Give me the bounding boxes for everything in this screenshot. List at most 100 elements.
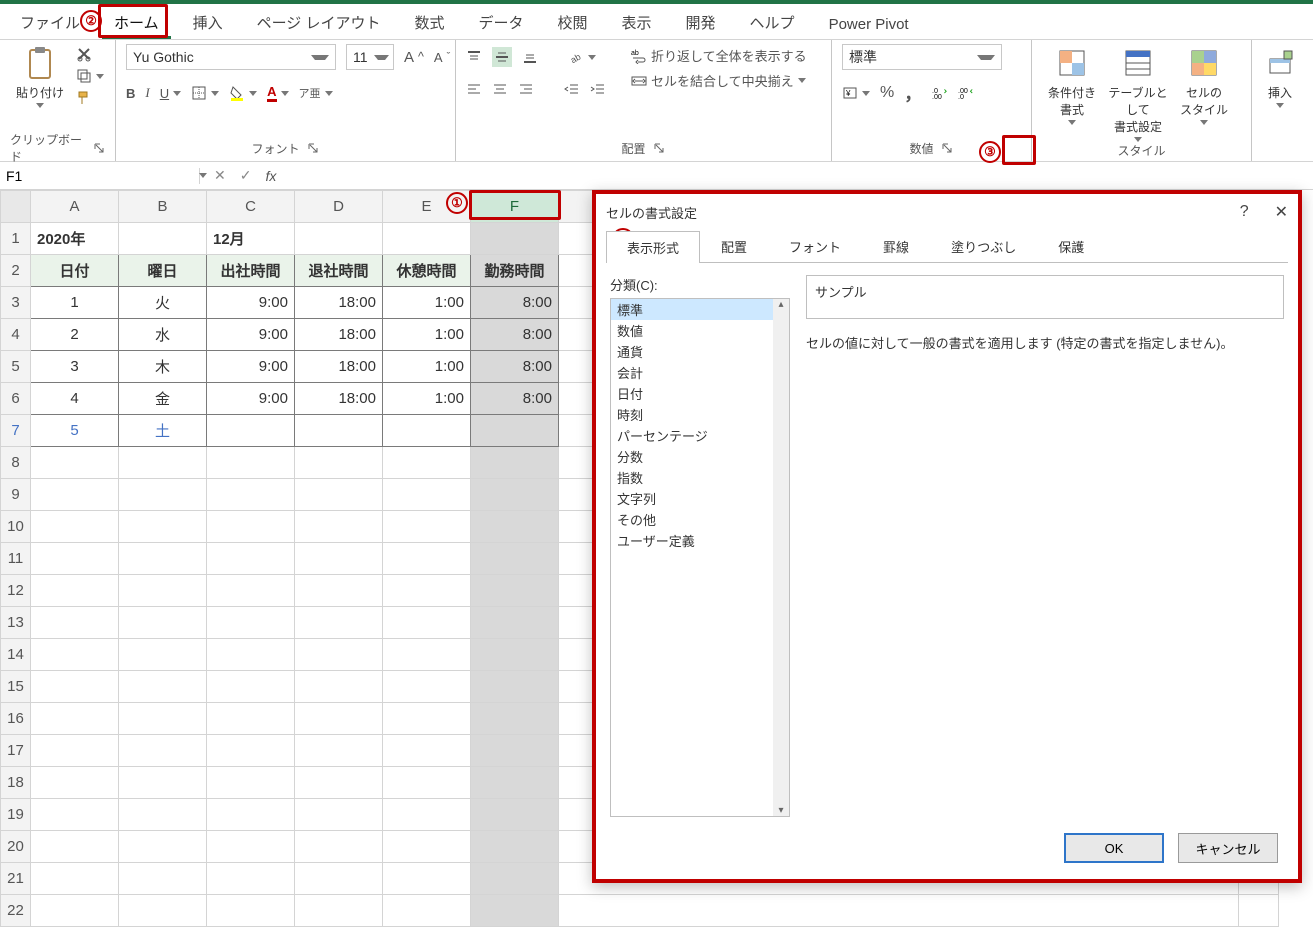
orientation-icon[interactable]: ab	[568, 49, 596, 65]
row-header-22[interactable]: 22	[1, 895, 31, 927]
column-header-A[interactable]: A	[31, 191, 119, 223]
row-header-3[interactable]: 3	[1, 287, 31, 319]
cell-A6[interactable]: 4	[31, 383, 119, 415]
decrease-font-icon[interactable]: Aˇ	[434, 50, 450, 65]
cell-B10[interactable]	[119, 511, 207, 543]
formula-input[interactable]	[290, 162, 1313, 189]
cell-D4[interactable]: 18:00	[295, 319, 383, 351]
row-header-15[interactable]: 15	[1, 671, 31, 703]
cell-B16[interactable]	[119, 703, 207, 735]
cell-E8[interactable]	[383, 447, 471, 479]
cell-D2[interactable]: 退社時間	[295, 255, 383, 287]
cell-D13[interactable]	[295, 607, 383, 639]
cell-C11[interactable]	[207, 543, 295, 575]
cell-F3[interactable]: 8:00	[471, 287, 559, 319]
align-center-icon[interactable]	[492, 81, 508, 97]
row-header-19[interactable]: 19	[1, 799, 31, 831]
column-header-E[interactable]: E	[383, 191, 471, 223]
increase-indent-icon[interactable]	[590, 81, 606, 97]
close-icon[interactable]: ✕	[1275, 202, 1288, 222]
cell-E11[interactable]	[383, 543, 471, 575]
cell-B12[interactable]	[119, 575, 207, 607]
number-format-select[interactable]: 標準	[842, 44, 1002, 70]
cell-A7[interactable]: 5	[31, 415, 119, 447]
row-header-1[interactable]: 1	[1, 223, 31, 255]
cell-O22[interactable]	[1239, 895, 1279, 927]
category-item[interactable]: 会計	[611, 362, 789, 383]
cell-C12[interactable]	[207, 575, 295, 607]
comma-icon[interactable]: ，	[904, 80, 922, 106]
cell-F22[interactable]	[471, 895, 559, 927]
cell-A18[interactable]	[31, 767, 119, 799]
cell-F16[interactable]	[471, 703, 559, 735]
cell-C3[interactable]: 9:00	[207, 287, 295, 319]
format-as-table-button[interactable]: テーブルとして 書式設定	[1108, 44, 1168, 142]
cell-B22[interactable]	[119, 895, 207, 927]
dialog-tab-4[interactable]: 塗りつぶし	[930, 230, 1037, 262]
cell-D7[interactable]	[295, 415, 383, 447]
column-header-F[interactable]: F	[471, 191, 559, 223]
cell-E18[interactable]	[383, 767, 471, 799]
column-header-D[interactable]: D	[295, 191, 383, 223]
cell-C19[interactable]	[207, 799, 295, 831]
cell-A21[interactable]	[31, 863, 119, 895]
row-header-18[interactable]: 18	[1, 767, 31, 799]
category-item[interactable]: 数値	[611, 320, 789, 341]
cell-E4[interactable]: 1:00	[383, 319, 471, 351]
cell-D8[interactable]	[295, 447, 383, 479]
cell-C18[interactable]	[207, 767, 295, 799]
align-right-icon[interactable]	[518, 81, 534, 97]
dialog-tab-1[interactable]: 配置	[700, 230, 768, 262]
paste-button[interactable]: 貼り付け	[10, 44, 70, 108]
cell-C21[interactable]	[207, 863, 295, 895]
category-item[interactable]: 指数	[611, 467, 789, 488]
increase-decimal-icon[interactable]: .0.00	[932, 85, 948, 101]
row-header-5[interactable]: 5	[1, 351, 31, 383]
cell-A17[interactable]	[31, 735, 119, 767]
insert-cells-button[interactable]: 挿入	[1262, 44, 1298, 108]
category-item[interactable]: 時刻	[611, 404, 789, 425]
cell-F20[interactable]	[471, 831, 559, 863]
cell-B20[interactable]	[119, 831, 207, 863]
cell-E17[interactable]	[383, 735, 471, 767]
tab-page-layout[interactable]: ページ レイアウト	[245, 6, 393, 39]
cell-C10[interactable]	[207, 511, 295, 543]
cell-E16[interactable]	[383, 703, 471, 735]
tab-formulas[interactable]: 数式	[402, 6, 456, 39]
category-listbox[interactable]: ▴▾ 標準数値通貨会計日付時刻パーセンテージ分数指数文字列その他ユーザー定義	[610, 298, 790, 817]
cancel-formula-icon[interactable]: ✕	[214, 167, 226, 184]
cell-F19[interactable]	[471, 799, 559, 831]
cell-C14[interactable]	[207, 639, 295, 671]
accounting-format-icon[interactable]: ¥	[842, 85, 870, 101]
cell-E19[interactable]	[383, 799, 471, 831]
cell-D12[interactable]	[295, 575, 383, 607]
align-top-icon[interactable]	[466, 49, 482, 65]
font-color-button[interactable]: A	[267, 84, 288, 102]
cell-E5[interactable]: 1:00	[383, 351, 471, 383]
cell-B4[interactable]: 水	[119, 319, 207, 351]
cell-E3[interactable]: 1:00	[383, 287, 471, 319]
cell-C13[interactable]	[207, 607, 295, 639]
cell-F9[interactable]	[471, 479, 559, 511]
dialog-tab-3[interactable]: 罫線	[862, 230, 930, 262]
bold-button[interactable]: B	[126, 86, 135, 101]
cell-A2[interactable]: 日付	[31, 255, 119, 287]
category-item[interactable]: その他	[611, 509, 789, 530]
row-header-14[interactable]: 14	[1, 639, 31, 671]
cell-F15[interactable]	[471, 671, 559, 703]
copy-icon[interactable]	[76, 68, 104, 84]
cell-F6[interactable]: 8:00	[471, 383, 559, 415]
enter-formula-icon[interactable]: ✓	[240, 167, 252, 184]
cell-A11[interactable]	[31, 543, 119, 575]
cell-D17[interactable]	[295, 735, 383, 767]
cell-E15[interactable]	[383, 671, 471, 703]
align-bottom-icon[interactable]	[522, 49, 538, 65]
cell-C5[interactable]: 9:00	[207, 351, 295, 383]
column-header-C[interactable]: C	[207, 191, 295, 223]
cell-E9[interactable]	[383, 479, 471, 511]
row-header-11[interactable]: 11	[1, 543, 31, 575]
cell-F8[interactable]	[471, 447, 559, 479]
cell-D19[interactable]	[295, 799, 383, 831]
cell-A8[interactable]	[31, 447, 119, 479]
help-icon[interactable]: ?	[1240, 203, 1249, 221]
